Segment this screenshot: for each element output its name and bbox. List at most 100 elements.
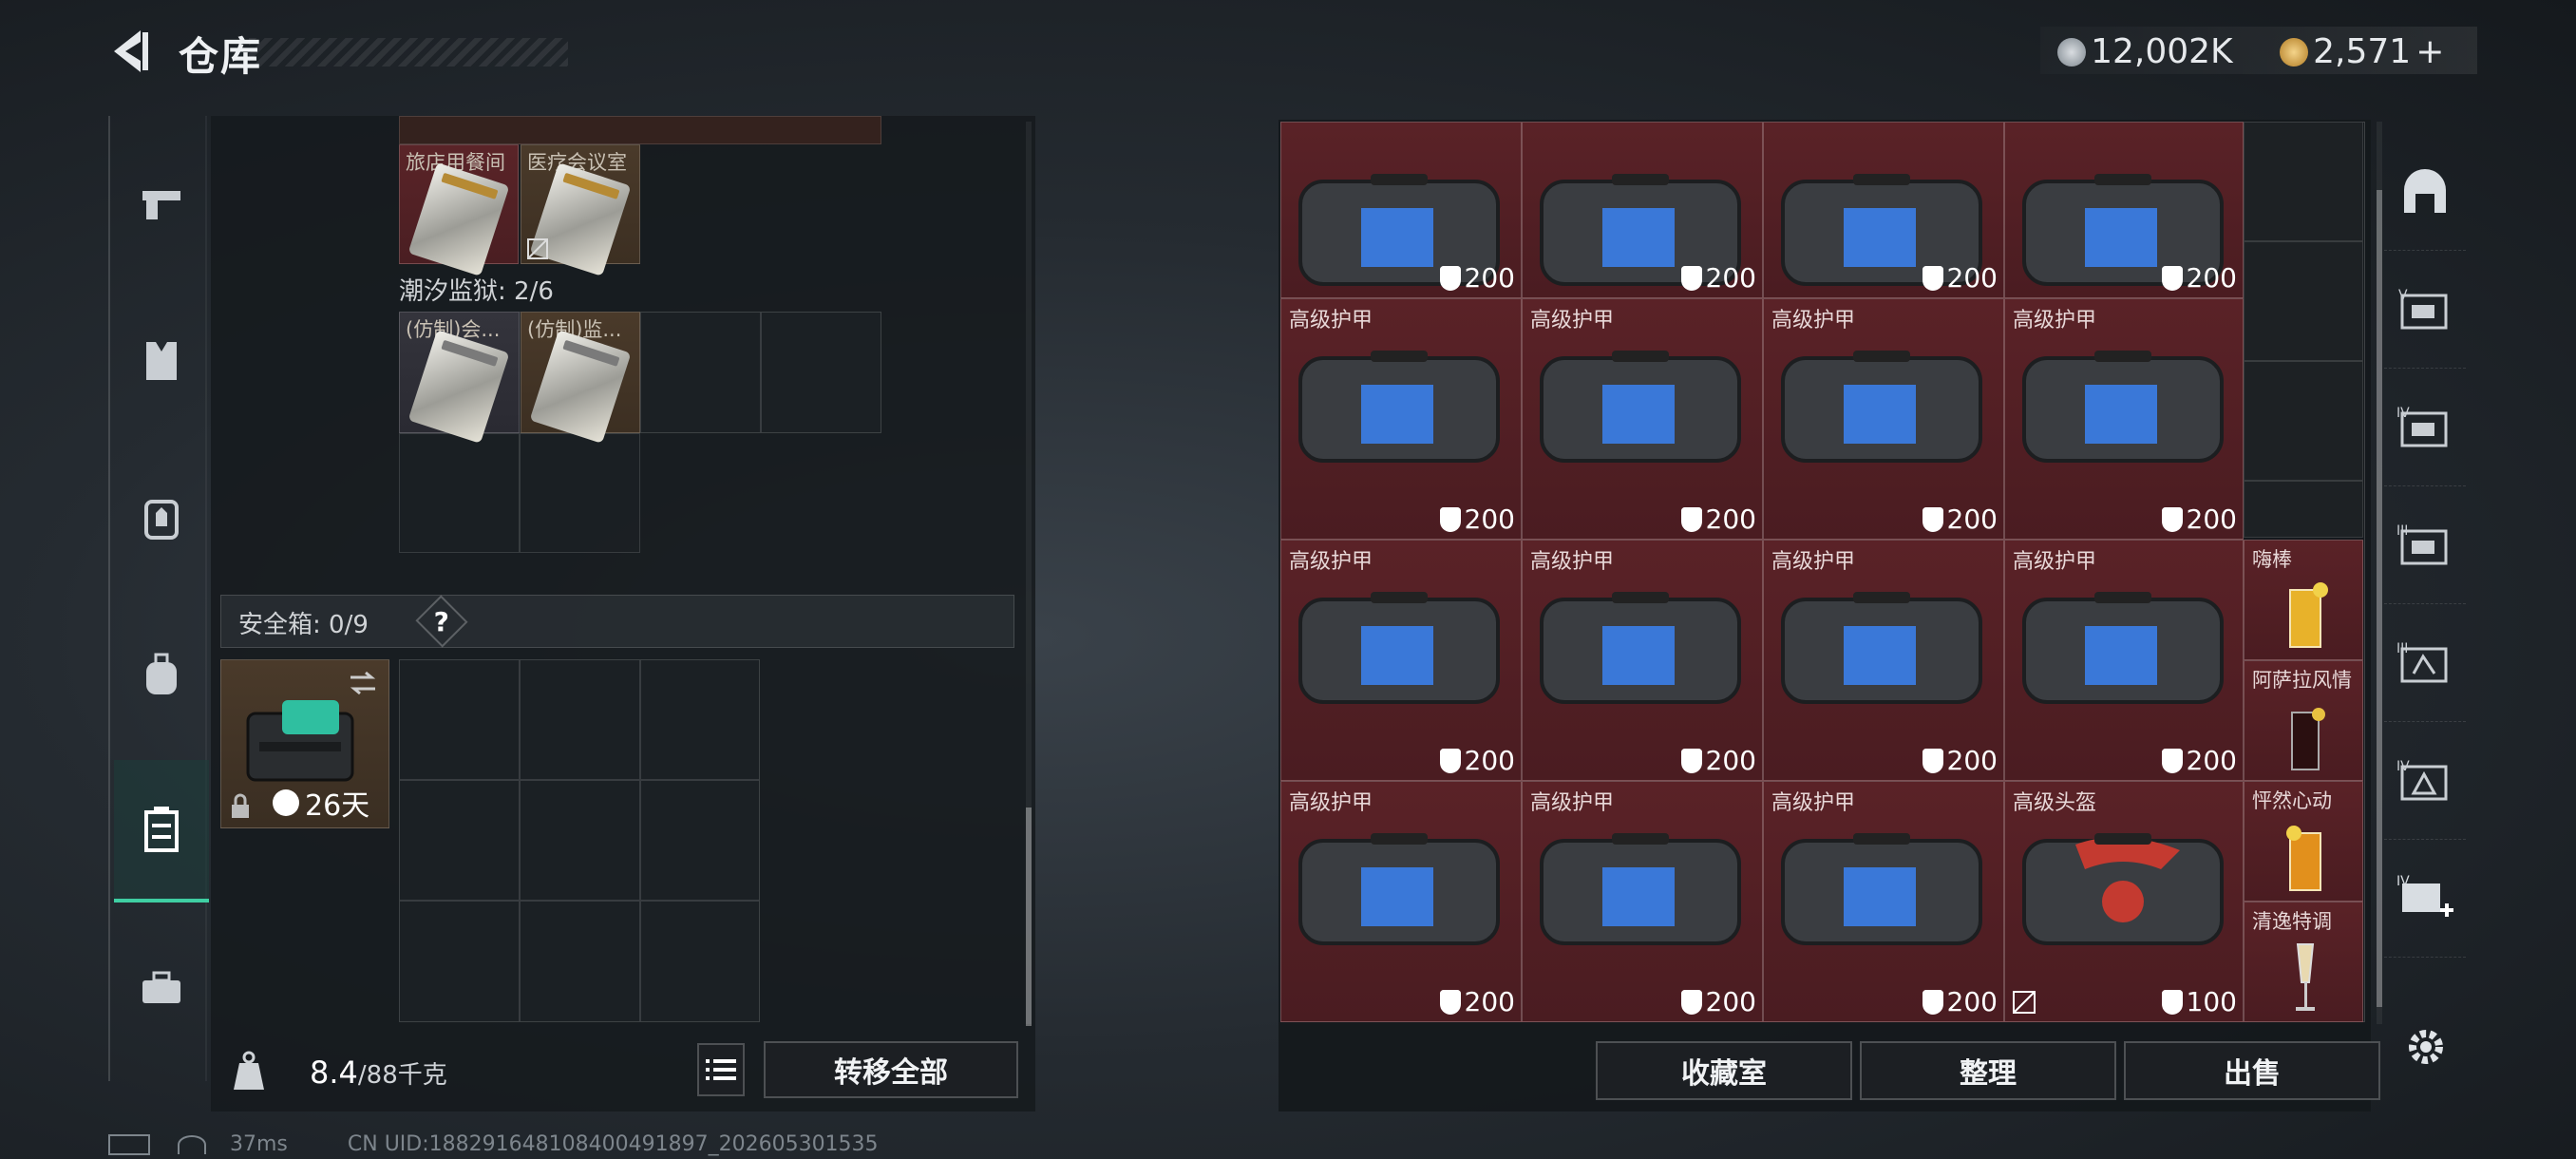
grid-slot[interactable] bbox=[520, 659, 640, 780]
rnav-case-iii-2[interactable]: III bbox=[2384, 604, 2466, 722]
transfer-all-button[interactable]: 转移全部 bbox=[764, 1041, 1018, 1098]
nav-backpack[interactable] bbox=[114, 603, 209, 746]
nav-vest[interactable] bbox=[114, 290, 209, 432]
armor-bag-image bbox=[2022, 592, 2224, 704]
gold-coin-icon bbox=[2280, 37, 2308, 66]
backpack-armor-icon bbox=[144, 500, 179, 540]
item-name: 清逸特调 bbox=[2252, 910, 2332, 933]
back-button[interactable] bbox=[106, 27, 154, 76]
drink-glass-icon bbox=[2289, 582, 2328, 648]
drink-item[interactable]: 怦然心动 bbox=[2244, 781, 2363, 902]
armor-item[interactable]: 高级护甲 200 bbox=[1280, 781, 1522, 1022]
item-name: 高级护甲 bbox=[2013, 550, 2097, 574]
drink-item[interactable]: 嗨棒 bbox=[2244, 540, 2363, 660]
storage-scroll-thumb[interactable] bbox=[2377, 190, 2382, 1007]
rnav-case-iii[interactable]: III bbox=[2384, 486, 2466, 604]
armor-item[interactable]: 200 bbox=[1763, 122, 2004, 298]
rnav-add-iv[interactable]: IV bbox=[2384, 840, 2466, 958]
grid-slot[interactable] bbox=[520, 780, 640, 901]
armor-item[interactable]: 高级护甲 200 bbox=[1763, 540, 2004, 781]
armor-item[interactable]: 200 bbox=[1522, 122, 1763, 298]
grid-slot[interactable] bbox=[640, 901, 760, 1022]
item-name: 阿萨拉风情 bbox=[2252, 669, 2352, 692]
shield-icon bbox=[2161, 989, 2183, 1015]
svg-text:IV: IV bbox=[2396, 406, 2410, 421]
armor-item[interactable]: 高级护甲 200 bbox=[2004, 540, 2244, 781]
timer: 26天 bbox=[273, 782, 369, 824]
keycard-item[interactable]: (仿制)会... bbox=[399, 312, 520, 444]
keycard-item[interactable]: 旅店用餐间 bbox=[399, 144, 519, 276]
add-currency-button[interactable]: + bbox=[2415, 32, 2444, 71]
item-name: 高级护甲 bbox=[1530, 550, 1615, 574]
grid-slot[interactable] bbox=[399, 433, 520, 553]
grid-slot[interactable] bbox=[640, 312, 761, 433]
keycard-item[interactable]: (仿制)监... bbox=[521, 312, 640, 444]
rnav-dome[interactable] bbox=[2384, 133, 2466, 251]
nav-toolbox[interactable] bbox=[114, 917, 209, 1059]
grid-slot[interactable] bbox=[2244, 241, 2363, 361]
rnav-case-v[interactable]: V bbox=[2384, 251, 2466, 369]
item-name: 高级护甲 bbox=[1289, 791, 1373, 815]
grid-slot[interactable] bbox=[399, 780, 520, 901]
pistol-icon bbox=[142, 191, 180, 219]
armor-item[interactable]: 高级护甲 200 bbox=[1522, 781, 1763, 1022]
armor-item[interactable]: 高级护甲 200 bbox=[1522, 298, 1763, 540]
grid-slot[interactable] bbox=[399, 901, 520, 1022]
drink-glass-icon bbox=[2286, 826, 2321, 891]
currency-gold[interactable]: 2,571 + bbox=[2280, 32, 2444, 71]
helmet-item[interactable]: 高级头盔 100 bbox=[2004, 781, 2244, 1022]
armor-bag-image bbox=[1781, 833, 1982, 945]
armor-item[interactable]: 高级护甲 200 bbox=[1763, 781, 2004, 1022]
no-insure-icon bbox=[2013, 991, 2036, 1014]
list-view-button[interactable] bbox=[697, 1043, 745, 1096]
drink-item[interactable]: 阿萨拉风情 bbox=[2244, 660, 2363, 781]
rnav-case-iv[interactable]: IV bbox=[2384, 369, 2466, 486]
armor-item[interactable]: 高级护甲 200 bbox=[1280, 540, 1522, 781]
armor-item[interactable]: 200 bbox=[2004, 122, 2244, 298]
currency-silver: 12,002K bbox=[2057, 32, 2233, 71]
durability: 200 bbox=[1439, 262, 1515, 294]
armor-item[interactable]: 高级护甲 200 bbox=[1763, 298, 2004, 540]
item-name: 高级护甲 bbox=[1530, 791, 1615, 815]
armor-item[interactable]: 高级护甲 200 bbox=[1522, 540, 1763, 781]
grid-slot[interactable] bbox=[640, 659, 760, 780]
armor-item[interactable]: 高级护甲 200 bbox=[1280, 298, 1522, 540]
shield-icon bbox=[2161, 506, 2183, 532]
toolbox-icon bbox=[142, 971, 180, 1003]
weight-max: /88千克 bbox=[357, 1061, 447, 1090]
nav-armor-bag[interactable] bbox=[114, 446, 209, 589]
grid-slot[interactable] bbox=[520, 433, 640, 553]
collection-room-button[interactable]: 收藏室 bbox=[1596, 1041, 1852, 1100]
grid-slot[interactable] bbox=[640, 780, 760, 901]
durability-value: 200 bbox=[1464, 504, 1515, 535]
armor-item[interactable]: 高级护甲 200 bbox=[2004, 298, 2244, 540]
status-bar: 37ms CN UID:188291648108400491897_202605… bbox=[108, 1132, 879, 1156]
durability: 200 bbox=[1439, 745, 1515, 776]
inventory-scroll-thumb[interactable] bbox=[1026, 808, 1032, 1026]
drink-item[interactable]: 清逸特调 bbox=[2244, 902, 2363, 1022]
item-name: 高级护甲 bbox=[1771, 791, 1856, 815]
item-name: 高级头盔 bbox=[2013, 791, 2097, 815]
rnav-box-iv[interactable]: IV bbox=[2384, 722, 2466, 840]
grid-slot[interactable] bbox=[399, 659, 520, 780]
iv-box-icon: IV bbox=[2396, 759, 2448, 800]
dome-icon bbox=[2404, 168, 2446, 213]
settings-button[interactable] bbox=[2403, 1018, 2449, 1075]
grid-slot[interactable] bbox=[2244, 361, 2363, 481]
grid-slot[interactable] bbox=[2244, 481, 2363, 538]
grid-slot[interactable] bbox=[761, 312, 881, 433]
armor-item[interactable]: 200 bbox=[1280, 122, 1522, 298]
nav-weapons[interactable] bbox=[114, 133, 209, 276]
drink-glass-icon bbox=[2296, 943, 2315, 1011]
shield-icon bbox=[2161, 265, 2183, 291]
shield-icon bbox=[1439, 748, 1461, 773]
grid-slot[interactable] bbox=[520, 901, 640, 1022]
page-title: 仓库 bbox=[179, 33, 263, 80]
help-button[interactable]: ? bbox=[415, 595, 468, 648]
nav-container[interactable] bbox=[114, 760, 209, 902]
keycard-item[interactable]: 医疗会议室 bbox=[521, 144, 640, 276]
sell-button[interactable]: 出售 bbox=[2124, 1041, 2380, 1100]
organize-button[interactable]: 整理 bbox=[1860, 1041, 2116, 1100]
grid-slot[interactable] bbox=[2244, 122, 2363, 241]
safe-box-item[interactable]: 26天 bbox=[220, 659, 389, 828]
